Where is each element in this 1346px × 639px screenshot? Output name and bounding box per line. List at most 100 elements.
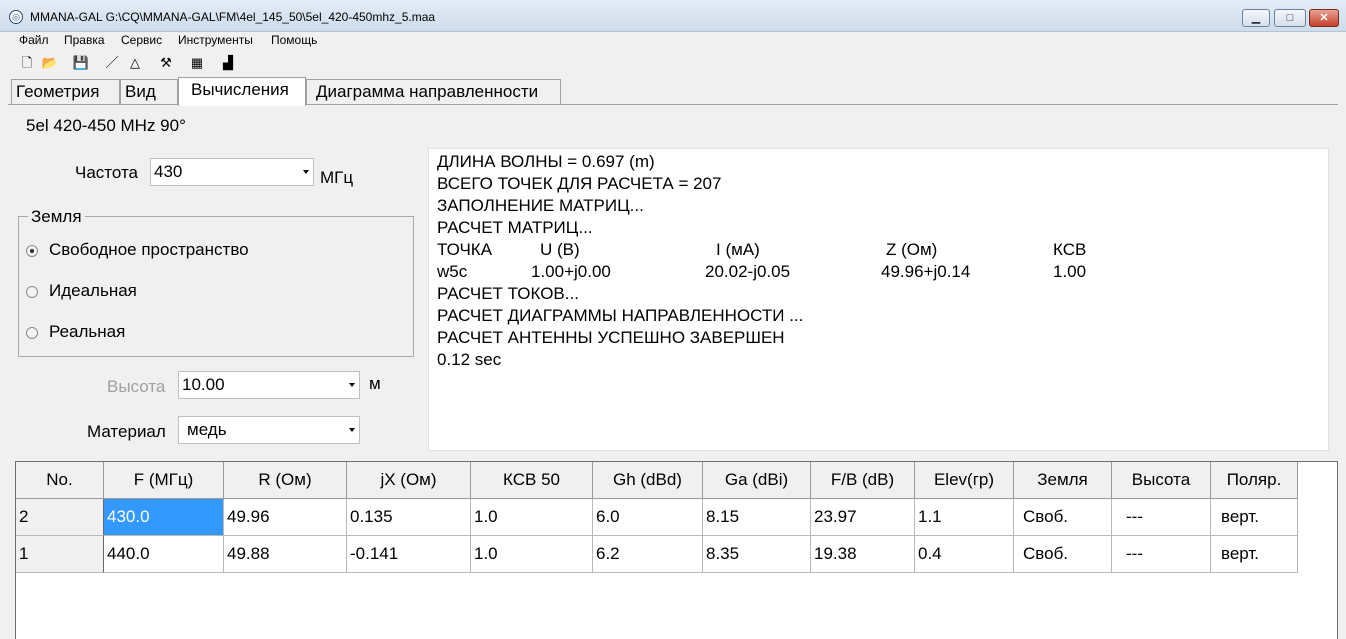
frequency-value: 430 xyxy=(154,162,183,181)
tab-geometry[interactable]: Геометрия xyxy=(11,79,120,105)
title-bar: ◎ MMANA-GAL G:\CQ\MMANA-GAL\FM\4el_145_5… xyxy=(0,0,1346,32)
calculation-output[interactable]: ДЛИНА ВОЛНЫ = 0.697 (m) ВСЕГО ТОЧЕК ДЛЯ … xyxy=(428,148,1329,451)
radio-perfect-label[interactable]: Идеальная xyxy=(49,281,137,301)
column-header[interactable]: Высота xyxy=(1112,462,1211,499)
menu-help[interactable]: Помощь xyxy=(271,33,317,47)
radio-free-space[interactable] xyxy=(26,245,38,257)
wire-icon[interactable]: ／ xyxy=(103,54,121,72)
chevron-down-icon xyxy=(303,170,309,174)
minimize-button[interactable]: ▁ xyxy=(1242,9,1270,27)
radio-free-space-label[interactable]: Свободное пространство xyxy=(49,240,249,260)
table-cell[interactable]: 6.0 xyxy=(593,499,703,536)
optimizer-icon[interactable]: ▟ xyxy=(219,54,237,72)
table-cell[interactable]: 19.38 xyxy=(811,536,915,573)
column-header[interactable]: Земля xyxy=(1014,462,1112,499)
frequency-combo[interactable]: 430 xyxy=(150,158,314,186)
table-cell[interactable]: верт. xyxy=(1211,499,1298,536)
material-combo[interactable]: медь xyxy=(178,416,360,444)
column-header[interactable]: Gh (dBd) xyxy=(593,462,703,499)
menu-file[interactable]: Файл xyxy=(19,33,49,47)
table-cell[interactable]: 430.0 xyxy=(104,499,224,536)
table-cell[interactable]: --- xyxy=(1112,499,1211,536)
output-row-swr: 1.00 xyxy=(1053,262,1087,281)
save-icon[interactable]: 💾 xyxy=(72,54,90,72)
material-value: медь xyxy=(187,420,227,439)
table-cell[interactable]: Своб. xyxy=(1014,536,1112,573)
column-header[interactable]: F/B (dB) xyxy=(811,462,915,499)
menu-tools[interactable]: Инструменты xyxy=(178,33,253,47)
frequency-unit: МГц xyxy=(320,168,354,187)
output-row-z: 49.96+j0.14 xyxy=(881,262,971,281)
column-header[interactable]: No. xyxy=(16,462,104,499)
output-line: ВСЕГО ТОЧЕК ДЛЯ РАСЧЕТА = 207 xyxy=(437,174,722,193)
output-line: 0.12 sec xyxy=(437,350,502,369)
tab-view[interactable]: Вид xyxy=(120,79,178,105)
output-header-point: ТОЧКА xyxy=(437,240,493,259)
open-folder-icon[interactable]: 📂 xyxy=(41,54,59,72)
window-edge xyxy=(1338,461,1346,639)
output-row-point: w5c xyxy=(437,262,468,281)
output-line: ЗАПОЛНЕНИЕ МАТРИЦ... xyxy=(437,196,644,215)
tab-strip: Геометрия Вид Вычисления Диаграмма напра… xyxy=(0,77,1346,106)
column-header[interactable]: F (МГц) xyxy=(104,462,224,499)
column-header[interactable]: КСВ 50 xyxy=(471,462,593,499)
column-header[interactable]: Elev(гр) xyxy=(915,462,1014,499)
results-table[interactable]: No. F (МГц) R (Ом) jX (Ом) КСВ 50 Gh (dB… xyxy=(15,461,1338,639)
table-cell[interactable]: 6.2 xyxy=(593,536,703,573)
table-cell[interactable]: --- xyxy=(1112,536,1211,573)
output-line: РАСЧЕТ ДИАГРАММЫ НАПРАВЛЕННОСТИ ... xyxy=(437,306,804,325)
height-combo[interactable]: 10.00 xyxy=(178,371,360,399)
output-row-u: 1.00+j0.00 xyxy=(531,262,611,281)
triangle-icon[interactable]: △ xyxy=(126,54,144,72)
output-header-i: I (мА) xyxy=(716,240,760,259)
table-row-number[interactable]: 2 xyxy=(16,499,104,536)
material-label: Материал xyxy=(87,422,166,441)
close-button[interactable]: ✕ xyxy=(1309,9,1339,27)
toolbar: 🗋 📂 💾 ／ △ ⚒ ▦ ▟ xyxy=(0,51,1346,75)
chevron-down-icon xyxy=(349,428,355,432)
column-header[interactable]: Поляр. xyxy=(1211,462,1298,499)
height-unit: м xyxy=(369,374,381,393)
tools-icon[interactable]: ⚒ xyxy=(157,54,175,72)
column-header[interactable]: jX (Ом) xyxy=(347,462,471,499)
radio-perfect[interactable] xyxy=(26,286,38,298)
column-header[interactable]: Ga (dBi) xyxy=(703,462,811,499)
radio-real[interactable] xyxy=(26,327,38,339)
maximize-button[interactable]: □ xyxy=(1274,9,1306,27)
table-cell[interactable]: 0.4 xyxy=(915,536,1014,573)
table-cell[interactable]: 49.96 xyxy=(224,499,347,536)
radio-real-label[interactable]: Реальная xyxy=(49,322,125,342)
table-cell[interactable]: Своб. xyxy=(1014,499,1112,536)
frequency-label: Частота xyxy=(75,163,139,182)
table-cell[interactable]: 0.135 xyxy=(347,499,471,536)
output-line: РАСЧЕТ ТОКОВ... xyxy=(437,284,579,303)
table-row-number[interactable]: 1 xyxy=(16,536,104,573)
table-cell[interactable]: верт. xyxy=(1211,536,1298,573)
column-header[interactable]: R (Ом) xyxy=(224,462,347,499)
new-file-icon[interactable]: 🗋 xyxy=(18,54,36,72)
height-label: Высота xyxy=(107,377,166,396)
calculator-icon[interactable]: ▦ xyxy=(188,54,206,72)
app-icon: ◎ xyxy=(9,10,23,24)
chevron-down-icon xyxy=(349,383,355,387)
table-cell[interactable]: -0.141 xyxy=(347,536,471,573)
menu-bar: Файл Правка Сервис Инструменты Помощь xyxy=(0,32,1346,50)
output-row-i: 20.02-j0.05 xyxy=(705,262,791,281)
menu-edit[interactable]: Правка xyxy=(64,33,105,47)
table-cell[interactable]: 23.97 xyxy=(811,499,915,536)
table-cell[interactable]: 1.1 xyxy=(915,499,1014,536)
table-cell[interactable]: 440.0 xyxy=(104,536,224,573)
output-header-z: Z (Ом) xyxy=(886,240,938,259)
table-cell[interactable]: 8.35 xyxy=(703,536,811,573)
table-cell[interactable]: 1.0 xyxy=(471,536,593,573)
tab-calculation[interactable]: Вычисления xyxy=(178,77,306,106)
menu-service[interactable]: Сервис xyxy=(121,33,162,47)
table-cell[interactable]: 8.15 xyxy=(703,499,811,536)
output-line: РАСЧЕТ МАТРИЦ... xyxy=(437,218,593,237)
antenna-title: 5el 420-450 MHz 90° xyxy=(26,116,186,135)
height-value: 10.00 xyxy=(182,375,225,394)
table-cell[interactable]: 1.0 xyxy=(471,499,593,536)
table-cell[interactable]: 49.88 xyxy=(224,536,347,573)
window-title: MMANA-GAL G:\CQ\MMANA-GAL\FM\4el_145_50\… xyxy=(30,10,436,24)
tab-radiation-pattern[interactable]: Диаграмма направленности xyxy=(306,79,561,105)
